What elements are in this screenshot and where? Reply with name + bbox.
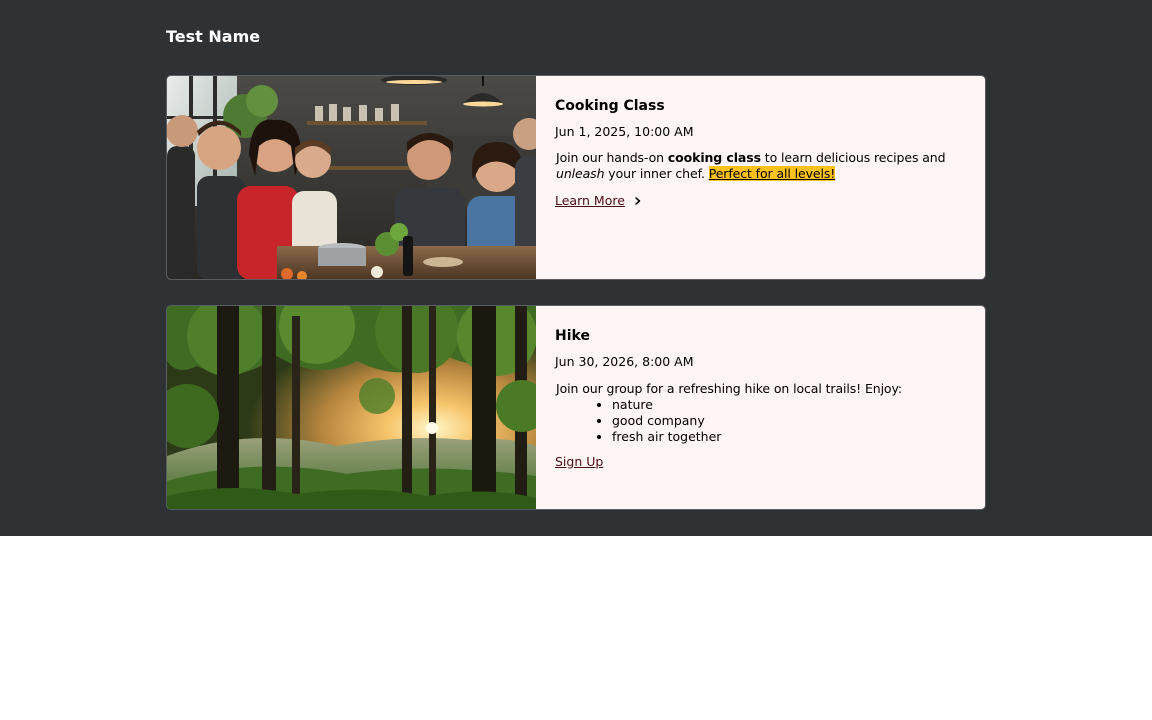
event-title: Hike xyxy=(555,328,590,344)
event-card-body: Cooking Class Jun 1, 2025, 10:00 AM Join… xyxy=(536,76,985,279)
sign-up-link[interactable]: Sign Up xyxy=(555,454,603,470)
desc-text: to learn delicious recipes and xyxy=(760,150,946,165)
learn-more-label: Learn More xyxy=(555,193,625,208)
chevron-right-icon xyxy=(635,197,641,205)
event-description: Join our hands-on cooking class to learn… xyxy=(555,150,967,182)
cooking-class-image xyxy=(167,76,536,279)
desc-text: Join our hands-on xyxy=(556,150,668,165)
desc-highlight-text: Perfect for all levels! xyxy=(708,166,836,181)
event-card-cooking-class: Cooking Class Jun 1, 2025, 10:00 AM Join… xyxy=(166,75,986,280)
event-description: Join our group for a refreshing hike on … xyxy=(556,381,902,396)
desc-text: your inner chef. xyxy=(604,166,709,181)
page-title: Test Name xyxy=(166,27,261,46)
event-card-hike: Hike Jun 30, 2026, 8:00 AM Join our grou… xyxy=(166,305,986,510)
list-item: good company xyxy=(612,413,967,429)
event-card-body: Hike Jun 30, 2026, 8:00 AM Join our grou… xyxy=(536,306,985,509)
event-date: Jun 30, 2026, 8:00 AM xyxy=(555,354,694,369)
list-item: fresh air together xyxy=(612,429,967,445)
learn-more-link[interactable]: Learn More xyxy=(555,193,643,209)
list-item: nature xyxy=(612,397,967,413)
event-title: Cooking Class xyxy=(555,98,665,114)
hike-image xyxy=(167,306,536,509)
desc-bold-text: cooking class xyxy=(667,150,761,165)
desc-italic-text: unleash xyxy=(556,166,605,181)
event-date: Jun 1, 2025, 10:00 AM xyxy=(555,124,694,139)
highlights-list: nature good company fresh air together xyxy=(612,397,967,445)
